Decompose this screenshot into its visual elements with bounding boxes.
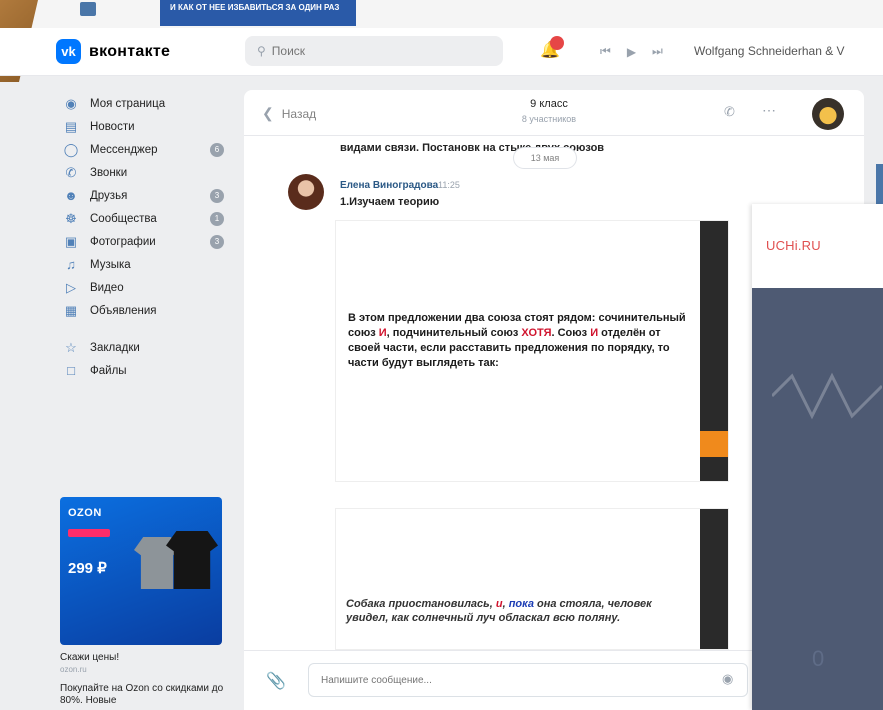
audio-player: ⏮ ▶ ⏭ xyxy=(600,44,663,59)
paperclip-icon[interactable]: 📎 xyxy=(266,671,286,691)
communities-icon: ☸ xyxy=(65,210,77,226)
ad-title[interactable]: Скажи цены! xyxy=(60,652,119,663)
play-icon[interactable]: ▶ xyxy=(627,45,636,59)
image-1-orange-mark xyxy=(700,431,728,457)
ad-price: 299 ₽ xyxy=(68,560,107,577)
nav-item-video[interactable]: ▷ Видео xyxy=(56,276,236,299)
tab-icon xyxy=(80,2,96,16)
background-window-edge xyxy=(876,164,883,204)
uchi-logo[interactable]: UCHi.RU xyxy=(766,238,821,253)
messenger-count: 6 xyxy=(210,143,224,157)
chat-header: ❮ Назад 9 класс 8 участников ✆ ⋯ xyxy=(244,90,864,136)
vk-logo[interactable]: vk вконтакте xyxy=(56,39,170,64)
phone-icon: ✆ xyxy=(65,164,77,180)
message-text: 1.Изучаем теорию xyxy=(340,196,440,208)
uchi-dark-panel: 0 xyxy=(752,288,883,710)
user-circle-icon: ◉ xyxy=(65,95,77,111)
left-nav: ◉ Моя страница ▤ Новости ◯ Мессенджер 6 … xyxy=(56,92,236,382)
star-icon: ☆ xyxy=(65,339,77,355)
author-avatar[interactable] xyxy=(288,174,324,210)
more-icon[interactable]: ⋯ xyxy=(762,102,777,119)
top-header: vk вконтакте ⚲ 🔔 ⏮ ▶ ⏭ Wolfgang Schneide… xyxy=(0,28,883,76)
notification-badge xyxy=(550,36,564,50)
nav-item-friends[interactable]: ☻ Друзья 3 xyxy=(56,184,236,207)
nav-item-calls[interactable]: ✆ Звонки xyxy=(56,161,236,184)
previous-track-icon[interactable]: ⏮ xyxy=(600,44,611,59)
attachment-image-2[interactable]: Собака приостановилась, и, пока она стоя… xyxy=(336,509,728,649)
nav-item-messenger[interactable]: ◯ Мессенджер 6 xyxy=(56,138,236,161)
uchi-wave-decoration xyxy=(772,372,882,420)
promo-banner[interactable]: И КАК ОТ НЕЕ ИЗБАВИТЬСЯ ЗА ОДИН РАЗ xyxy=(160,0,356,26)
nav-item-files[interactable]: □ Файлы xyxy=(56,359,236,382)
message-input[interactable] xyxy=(308,663,748,697)
notifications-button[interactable]: 🔔 xyxy=(540,36,566,64)
black-tshirt-image xyxy=(166,531,218,589)
date-divider: 13 мая xyxy=(514,148,576,168)
nav-item-my-page[interactable]: ◉ Моя страница xyxy=(56,92,236,115)
blurred-text-block: ​ xyxy=(348,233,688,241)
top-strip: И КАК ОТ НЕЕ ИЗБАВИТЬСЯ ЗА ОДИН РАЗ xyxy=(0,0,883,28)
nav-item-photos[interactable]: ▣ Фотографии 3 xyxy=(56,230,236,253)
file-icon: □ xyxy=(67,363,75,378)
nav-item-music[interactable]: ♫ Музыка xyxy=(56,253,236,276)
search-icon: ⚲ xyxy=(257,44,266,58)
ozon-ad-banner[interactable]: OZON 299 ₽ xyxy=(60,497,222,645)
chat-avatar[interactable] xyxy=(812,98,844,130)
friends-count: 3 xyxy=(210,189,224,203)
nav-item-news[interactable]: ▤ Новости xyxy=(56,115,236,138)
nav-item-communities[interactable]: ☸ Сообщества 1 xyxy=(56,207,236,230)
ad-tag xyxy=(68,529,110,537)
now-playing-title[interactable]: Wolfgang Schneiderhan & V xyxy=(694,44,845,58)
photo-icon: ▣ xyxy=(64,233,78,249)
camera-icon[interactable]: ◉ xyxy=(722,671,733,687)
search-input[interactable] xyxy=(271,44,472,58)
nav-item-bookmarks[interactable]: ☆ Закладки xyxy=(56,336,236,359)
music-icon: ♫ xyxy=(66,257,76,272)
next-track-icon[interactable]: ⏭ xyxy=(652,44,663,59)
attachment-image-1[interactable]: ​ В этом предложении два союза стоят ряд… xyxy=(336,221,728,481)
message-time: 11:25 xyxy=(438,180,460,190)
logo-text: вконтакте xyxy=(89,42,171,60)
news-icon: ▤ xyxy=(64,118,78,134)
photos-count: 3 xyxy=(210,235,224,249)
call-icon[interactable]: ✆ xyxy=(724,104,735,120)
image-1-heading: В этом предложении два союза стоят рядом… xyxy=(348,312,686,369)
search-box[interactable]: ⚲ xyxy=(245,36,503,66)
message-author[interactable]: Елена Виноградова xyxy=(340,180,438,191)
ad-brand: OZON xyxy=(68,507,102,519)
vk-logo-icon: vk xyxy=(56,39,81,64)
uchi-counter: 0 xyxy=(812,646,825,671)
nav-separator xyxy=(56,322,236,336)
image-2-sentence: Собака приостановилась, и, пока она стоя… xyxy=(346,598,652,624)
image-2-side-bar xyxy=(700,509,728,649)
ad-domain[interactable]: ozon.ru xyxy=(60,665,87,674)
communities-count: 1 xyxy=(210,212,224,226)
classifieds-icon: ▦ xyxy=(64,302,78,318)
video-icon: ▷ xyxy=(66,279,76,295)
chat-bubble-icon: ◯ xyxy=(63,141,79,157)
uchi-overlay-window: UCHi.RU 0 xyxy=(752,204,883,710)
friends-icon: ☻ xyxy=(64,188,78,203)
nav-item-classifieds[interactable]: ▦ Объявления xyxy=(56,299,236,322)
ad-description: Покупайте на Ozon со скидками до 80%. Но… xyxy=(60,683,224,706)
